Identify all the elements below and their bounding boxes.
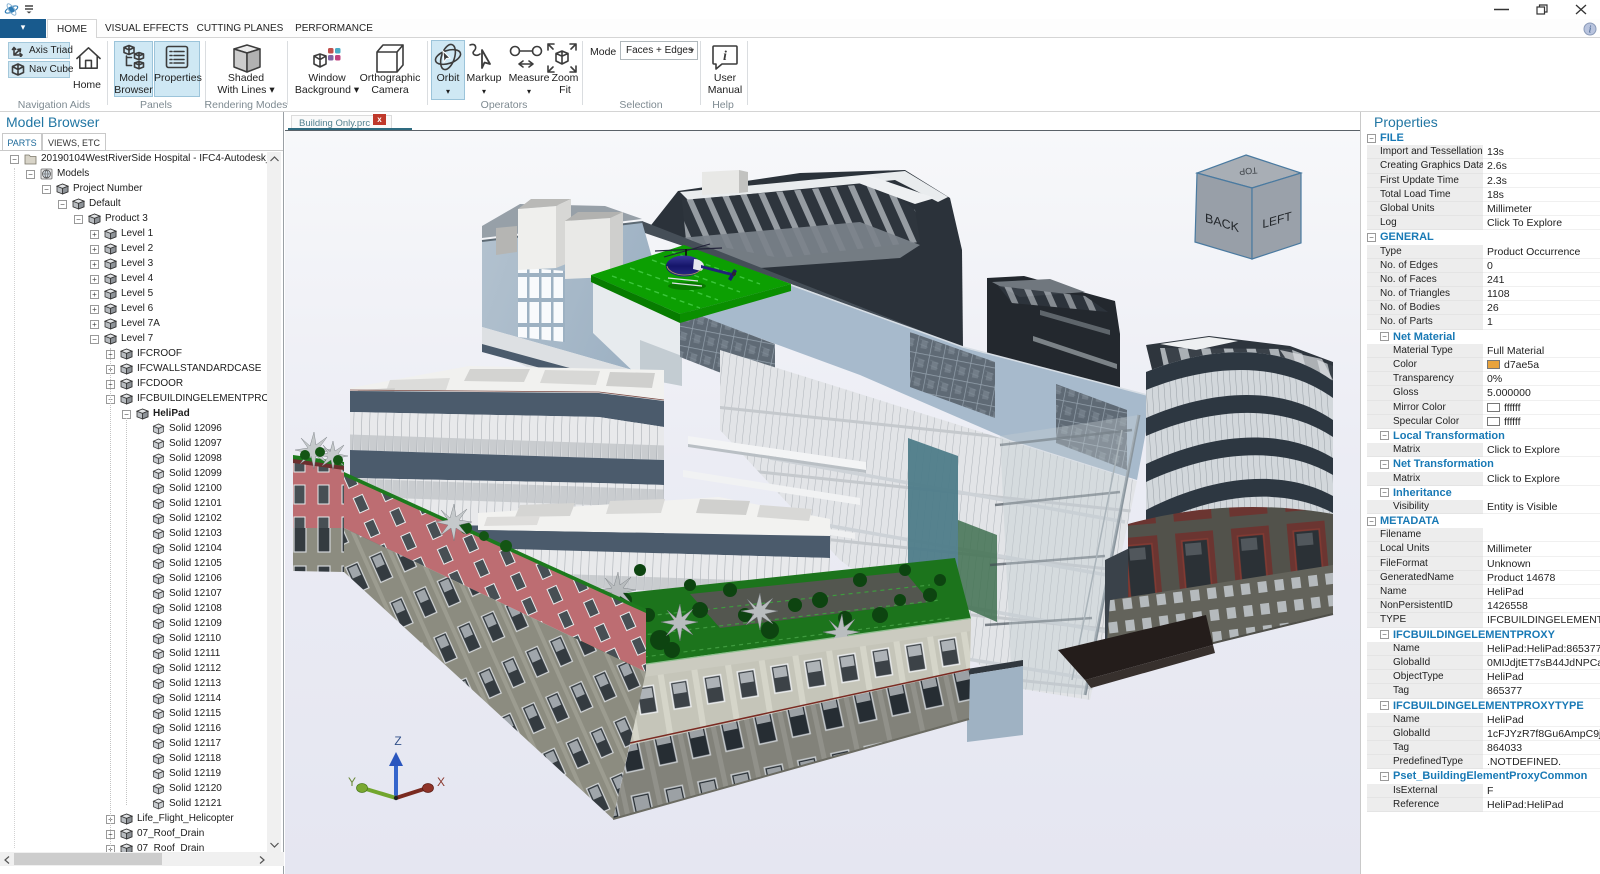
svg-text:i: i (723, 49, 727, 64)
svg-text:Y: Y (348, 775, 356, 789)
svg-text:X: X (437, 775, 445, 789)
svg-text:Z: Z (394, 734, 401, 748)
svg-text:i: i (1589, 25, 1592, 36)
svg-text:TOP: TOP (1239, 165, 1258, 177)
